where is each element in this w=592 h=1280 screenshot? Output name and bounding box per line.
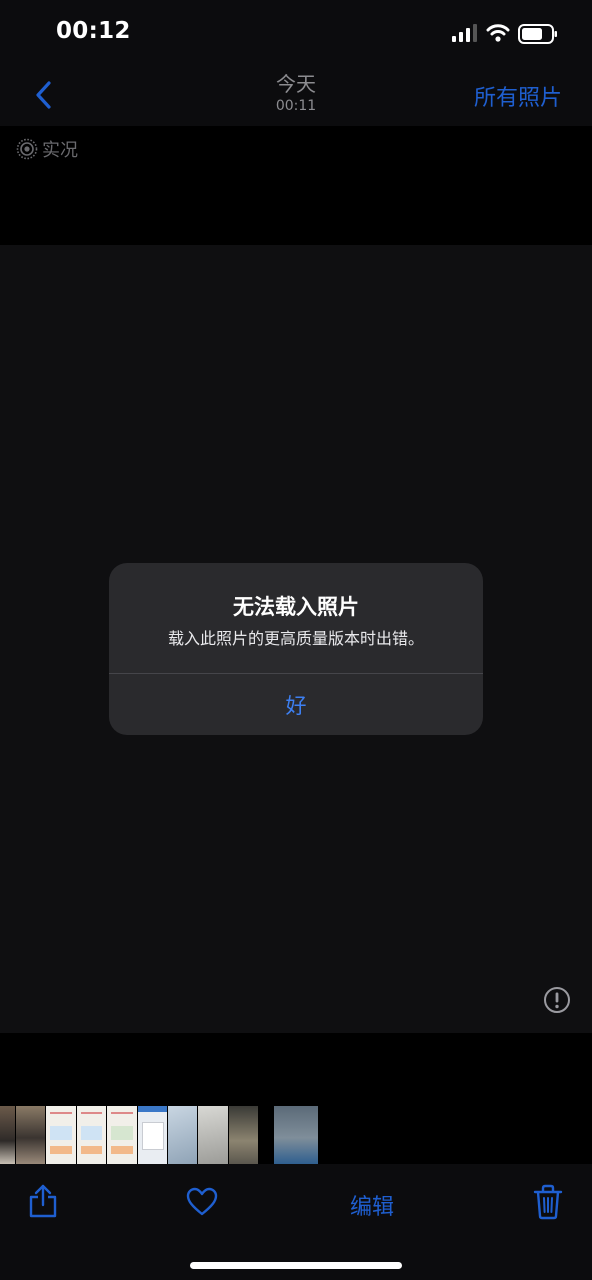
wifi-icon — [486, 24, 510, 42]
thumbnail[interactable] — [77, 1106, 106, 1164]
thumbnail[interactable] — [168, 1106, 197, 1164]
live-photo-label: 实况 — [42, 140, 78, 161]
alert-ok-button[interactable]: 好 — [109, 674, 483, 735]
share-icon[interactable] — [28, 1183, 58, 1219]
chevron-left-icon — [36, 81, 51, 109]
thumbnail-strip[interactable] — [0, 1106, 592, 1164]
nav-title: 今天 — [276, 72, 316, 96]
thumbnail[interactable] — [107, 1106, 137, 1164]
thumbnail[interactable] — [229, 1106, 258, 1164]
back-button[interactable] — [26, 76, 60, 114]
thumbnail[interactable] — [0, 1106, 15, 1164]
nav-subtitle: 00:11 — [275, 98, 317, 114]
status-time: 00:12 — [56, 18, 131, 44]
error-alert-dialog: 无法载入照片 载入此照片的更高质量版本时出错。 好 — [109, 563, 483, 735]
thumbnail-selected[interactable] — [274, 1106, 318, 1164]
thumbnail[interactable] — [138, 1106, 167, 1164]
thumbnail[interactable] — [46, 1106, 76, 1164]
thumbnail[interactable] — [198, 1106, 228, 1164]
alert-title: 无法载入照片 — [233, 595, 359, 619]
all-photos-button[interactable]: 所有照片 — [474, 80, 562, 112]
battery-icon — [518, 24, 557, 44]
exclamation-circle-icon[interactable] — [543, 986, 571, 1014]
live-photo-badge: 实况 — [16, 136, 78, 162]
edit-button[interactable]: 编辑 — [350, 1189, 394, 1221]
thumbnail[interactable] — [16, 1106, 45, 1164]
trash-icon[interactable] — [533, 1184, 563, 1220]
cellular-signal-icon — [452, 24, 477, 42]
alert-message: 载入此照片的更高质量版本时出错。 — [167, 629, 424, 648]
live-photo-icon — [16, 138, 38, 160]
heart-icon[interactable] — [186, 1187, 218, 1217]
home-indicator[interactable] — [190, 1262, 402, 1269]
